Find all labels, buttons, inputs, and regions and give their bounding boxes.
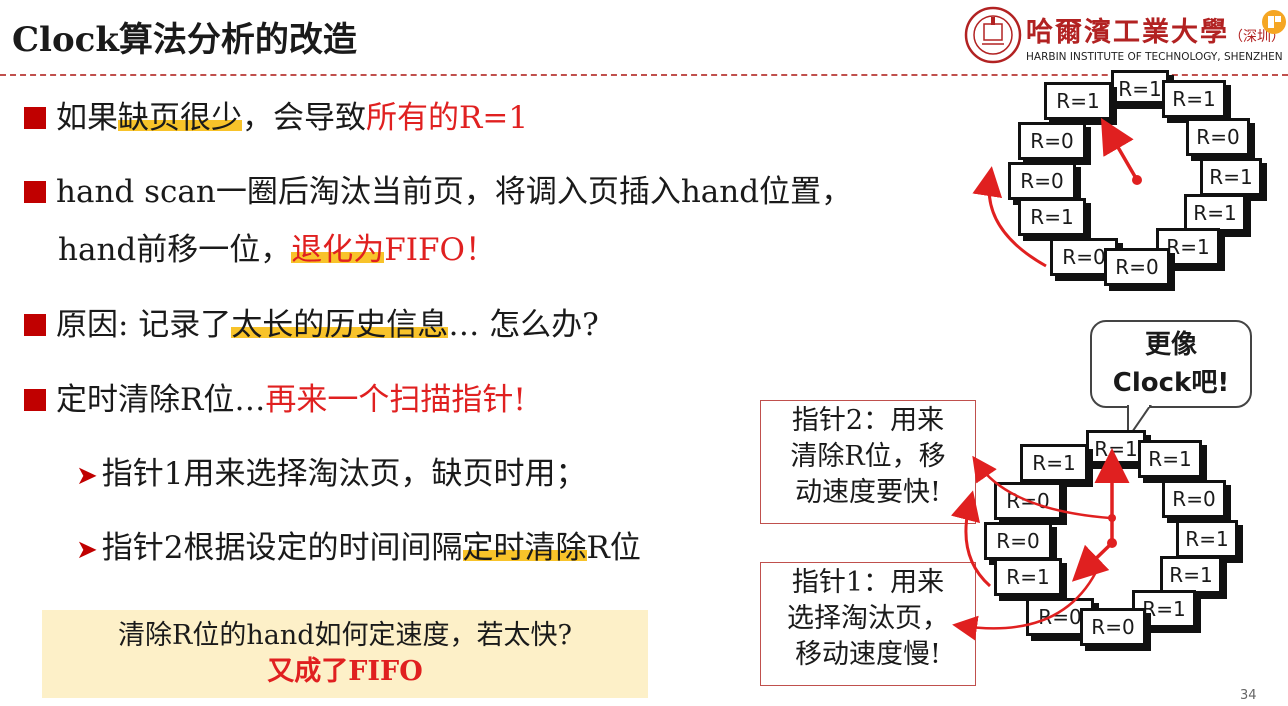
logo-chinese-name: 哈爾濱工業大學（深圳） <box>1026 17 1285 48</box>
speed-question-note: 清除R位的hand如何定速度，若太快? 又成了FIFO <box>42 610 648 698</box>
arrow-bullet-icon: ➤ <box>76 461 98 491</box>
bullet-square-icon <box>24 389 46 411</box>
page-frame-cell: R=1 <box>1018 198 1086 236</box>
page-frame-cell: R=1 <box>1160 556 1222 594</box>
page-title: Clock算法分析的改造 <box>12 20 357 60</box>
page-frame-cell: R=1 <box>1111 70 1169 104</box>
page-number: 34 <box>1240 688 1257 703</box>
page-frame-cell: R=0 <box>1018 122 1086 160</box>
subbullet-hand1: ➤ 指针1用来选择淘汰页，缺页时用； <box>76 456 587 492</box>
clock-hand-1-icon <box>1071 538 1117 582</box>
bullet-few-page-faults: 如果缺页很少，会导致所有的R=1 <box>24 98 528 138</box>
page-frame-cell: R=0 <box>1080 608 1146 646</box>
subbullet-hand2: ➤ 指针2根据设定的时间间隔定时清除R位 <box>76 530 641 566</box>
bullet-square-icon <box>24 314 46 336</box>
hand1-description-box: 指针1：用来 选择淘汰页， 移动速度慢! <box>760 562 976 686</box>
bullet-clear-r-bit: 定时清除R位…再来一个扫描指针! <box>24 380 526 420</box>
page-frame-cell: R=1 <box>994 558 1062 596</box>
page-frame-cell: R=1 <box>1138 440 1202 478</box>
page-frame-cell: R=0 <box>984 522 1052 560</box>
page-frame-cell: R=1 <box>1200 158 1262 196</box>
logo-english-name: HARBIN INSTITUTE OF TECHNOLOGY, SHENZHEN <box>1026 51 1283 63</box>
bullet-square-icon <box>24 181 46 203</box>
page-frame-cell: R=0 <box>1104 248 1170 286</box>
arrow-bullet-icon: ➤ <box>76 535 98 565</box>
page-frame-cell: R=1 <box>1162 80 1226 118</box>
title-divider <box>0 74 1288 76</box>
page-frame-cell: R=0 <box>994 482 1062 520</box>
clock-hand-top-icon <box>1100 117 1142 185</box>
bullet-square-icon <box>24 107 46 129</box>
clock-hand-2-icon <box>1094 448 1130 545</box>
page-frame-cell: R=1 <box>1044 82 1112 120</box>
page-frame-cell: R=0 <box>1162 480 1226 518</box>
page-frame-cell: R=1 <box>1176 520 1238 558</box>
page-frame-cell: R=1 <box>1086 430 1146 464</box>
bullet-reason: 原因: 记录了太长的历史信息… 怎么办? <box>24 305 599 345</box>
page-frame-cell: R=0 <box>1008 162 1076 200</box>
university-seal-icon <box>964 6 1022 64</box>
page-frame-cell: R=1 <box>1020 444 1088 482</box>
bullet-hand-scan: hand scan一圈后淘汰当前页，将调入页插入hand位置， <box>24 172 852 212</box>
page-frame-cell: R=1 <box>1184 194 1246 232</box>
hand2-description-box: 指针2：用来 清除R位，移 动速度要快! <box>760 400 976 524</box>
bullet-hand-scan-cont: hand前移一位，退化为FIFO！ <box>58 232 496 268</box>
speech-callout: 更像 Clock吧! <box>1090 320 1252 408</box>
university-logo: 哈爾濱工業大學（深圳） HARBIN INSTITUTE OF TECHNOLO… <box>964 4 1285 68</box>
page-frame-cell: R=0 <box>1186 118 1250 156</box>
corner-badge-icon <box>1262 10 1286 34</box>
